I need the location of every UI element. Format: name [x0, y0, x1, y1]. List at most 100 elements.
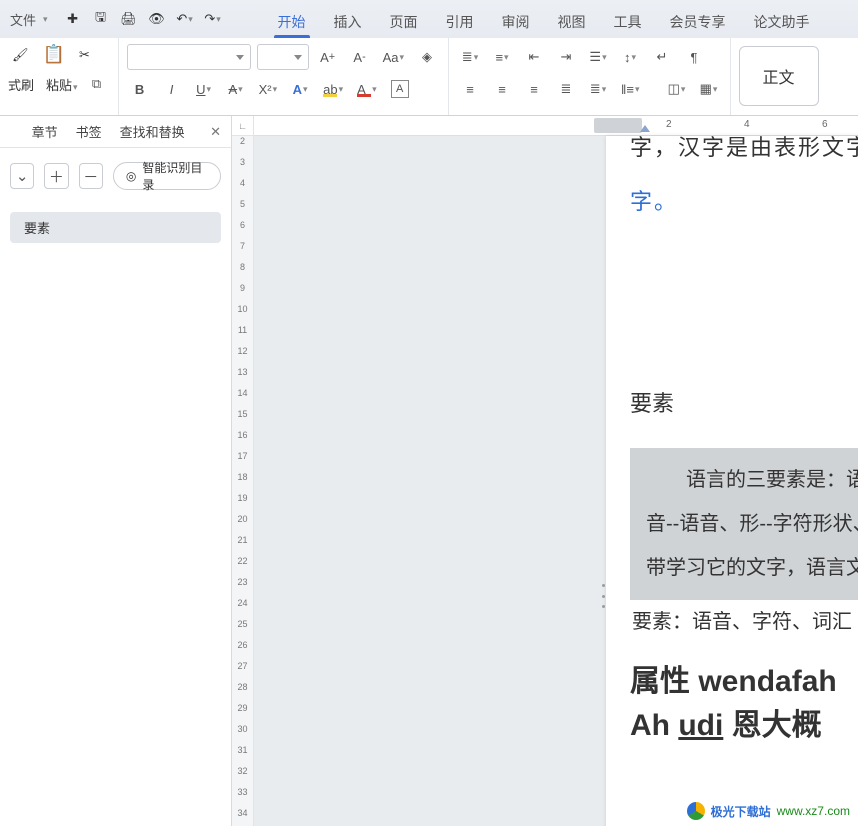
- group-paragraph: ≣▾ ≡▾ ⇤ ⇥ ☰▾ ↕▾ ↵ ¶ ≡ ≡ ≡ ≣ ≣▾ ‖≡▾ ◫▾ ▦▾: [449, 38, 731, 115]
- format-painter-icon: 🖌: [12, 47, 29, 63]
- ruler-tick: 7: [232, 241, 253, 251]
- ruler-tick: 14: [232, 388, 253, 398]
- smart-toc-button[interactable]: ◎ 智能识别目录: [113, 162, 221, 190]
- menu-tabs: 开始 插入 页面 引用 审阅 视图 工具 会员专享 论文助手: [276, 0, 812, 38]
- show-marks-button[interactable]: ¶: [681, 44, 707, 70]
- italic-button[interactable]: I: [159, 76, 185, 102]
- sort-button[interactable]: ↕▾: [617, 44, 643, 70]
- highlight-button[interactable]: ab▾: [319, 76, 347, 102]
- change-case-button[interactable]: Aa▾: [379, 44, 408, 70]
- navigation-pane: 章节 书签 查找和替换 ✕ ⌄ ＋ － ◎ 智能识别目录 要素: [0, 116, 232, 826]
- new-doc-icon[interactable]: ✚: [60, 6, 86, 32]
- indent-inc-button[interactable]: ⇥: [553, 44, 579, 70]
- copy-button[interactable]: ⧉: [84, 71, 110, 97]
- borders-button[interactable]: ▦▾: [696, 76, 722, 102]
- font-color-button[interactable]: A▾: [353, 76, 381, 102]
- ruler-tick: 32: [232, 766, 253, 776]
- cut-button[interactable]: ✂: [75, 47, 94, 63]
- outline-list: 要素: [0, 204, 231, 251]
- tab-thesis[interactable]: 论文助手: [752, 12, 812, 38]
- text-direction-button[interactable]: ☰▾: [585, 44, 611, 70]
- distribute-button[interactable]: ≣▾: [585, 76, 611, 102]
- print-icon[interactable]: 🖨: [116, 6, 142, 32]
- title-bar: 文件 ▾ ✚ 🖫 🖨 👁 ↶▾ ↷▾ 开始 插入 页面 引用 审阅 视图 工具 …: [0, 0, 858, 38]
- watermark-title: 极光下载站: [711, 803, 771, 820]
- align-justify-button[interactable]: ≣: [553, 76, 579, 102]
- ruler-tick: 17: [232, 451, 253, 461]
- collapse-button[interactable]: ⌄: [10, 163, 34, 189]
- paste-label[interactable]: 粘贴▾: [46, 75, 78, 94]
- tab-view[interactable]: 视图: [556, 12, 588, 38]
- ruler-tick: 3: [232, 157, 253, 167]
- text-effect-button[interactable]: A▾: [287, 76, 313, 102]
- tab-home[interactable]: 开始: [276, 12, 308, 38]
- save-icon[interactable]: 🖫: [88, 6, 114, 32]
- bold-button[interactable]: B: [127, 76, 153, 102]
- tab-tools[interactable]: 工具: [612, 12, 644, 38]
- sel-line3: 带学习它的文字，语言文: [646, 557, 858, 579]
- tab-review[interactable]: 审阅: [500, 12, 532, 38]
- grow-font-button[interactable]: A+: [315, 44, 341, 70]
- tab-insert[interactable]: 插入: [332, 12, 364, 38]
- close-icon[interactable]: ✕: [210, 124, 221, 140]
- nav-tab-find[interactable]: 查找和替换: [120, 122, 185, 141]
- style-normal[interactable]: 正文: [739, 46, 819, 106]
- tab-page[interactable]: 页面: [388, 12, 420, 38]
- font-name-combo[interactable]: [127, 44, 251, 70]
- clipped-text-top: 字，汉字是由表形文字进: [630, 130, 858, 162]
- shrink-font-button[interactable]: A-: [347, 44, 373, 70]
- ruler-tick: 2: [666, 119, 672, 130]
- ruler-tick: 23: [232, 577, 253, 587]
- clipped-text-blue: 字。: [630, 184, 858, 216]
- bullets-button[interactable]: ≣▾: [457, 44, 483, 70]
- superscript-button[interactable]: X²▾: [255, 76, 282, 102]
- numbering-button[interactable]: ≡▾: [489, 44, 515, 70]
- align-left-button[interactable]: ≡: [457, 76, 483, 102]
- clear-format-button[interactable]: ◈: [414, 44, 440, 70]
- nav-tab-chapter[interactable]: 章节: [32, 122, 58, 141]
- shading-button[interactable]: ◫▾: [664, 76, 690, 102]
- line-spacing-button[interactable]: ‖≡▾: [617, 76, 644, 102]
- underline-button[interactable]: U▾: [191, 76, 217, 102]
- undo-icon[interactable]: ↶▾: [172, 6, 198, 32]
- format-painter-button[interactable]: 🖌: [8, 47, 33, 63]
- page[interactable]: 字，汉字是由表形文字进 字。 要素 语言的三要素是：语 音--语音、形--字符形…: [606, 136, 858, 826]
- watermark-url: www.xz7.com: [777, 804, 850, 818]
- sel-line1: 语言的三要素是：语: [686, 469, 858, 491]
- watermark-logo-icon: [687, 802, 705, 820]
- group-styles: 正文: [731, 38, 827, 115]
- file-menu[interactable]: 文件 ▾: [0, 0, 58, 38]
- ruler-corner: ∟: [232, 116, 253, 136]
- print-preview-icon[interactable]: 👁: [144, 6, 170, 32]
- font-size-combo[interactable]: [257, 44, 309, 70]
- ruler-tick: 9: [232, 283, 253, 293]
- outline-item[interactable]: 要素: [10, 212, 221, 243]
- ruler-tick: 33: [232, 787, 253, 797]
- paste-button[interactable]: 📋: [39, 44, 69, 65]
- document-canvas[interactable]: 246810 字，汉字是由表形文字进 字。 要素 语言的三要素是：语 音--语音…: [254, 116, 858, 826]
- strike-button[interactable]: A▾: [223, 76, 249, 102]
- ruler-tick: 19: [232, 493, 253, 503]
- ruler-tick: 22: [232, 556, 253, 566]
- nav-tab-bookmark[interactable]: 书签: [76, 122, 102, 141]
- ruler-tick: 5: [232, 199, 253, 209]
- char-shading-button[interactable]: A: [387, 76, 413, 102]
- group-font: A+ A- Aa▾ ◈ B I U▾ A▾ X²▾ A▾ ab▾ A▾ A: [119, 38, 449, 115]
- align-center-button[interactable]: ≡: [489, 76, 515, 102]
- nav-tab-outline-first[interactable]: [10, 124, 14, 139]
- redo-icon[interactable]: ↷▾: [200, 6, 226, 32]
- remove-button[interactable]: －: [79, 163, 103, 189]
- tab-member[interactable]: 会员专享: [668, 12, 728, 38]
- indent-dec-button[interactable]: ⇤: [521, 44, 547, 70]
- sel-line2: 音--语音、形--字符形状、: [646, 513, 858, 535]
- ruler-tick: 6: [822, 119, 828, 130]
- align-right-button[interactable]: ≡: [521, 76, 547, 102]
- tab-ref[interactable]: 引用: [444, 12, 476, 38]
- expand-button[interactable]: ＋: [44, 163, 68, 189]
- watermark: 极光下载站 www.xz7.com: [687, 802, 850, 820]
- selected-text-block[interactable]: 语言的三要素是：语 音--语音、形--字符形状、 带学习它的文字，语言文: [630, 448, 858, 600]
- chevron-down-icon: ▾: [43, 14, 48, 25]
- line-break-button[interactable]: ↵: [649, 44, 675, 70]
- target-icon: ◎: [126, 169, 136, 183]
- group-clipboard: 🖌 📋 ✂ 式刷 粘贴▾ ⧉: [0, 38, 119, 115]
